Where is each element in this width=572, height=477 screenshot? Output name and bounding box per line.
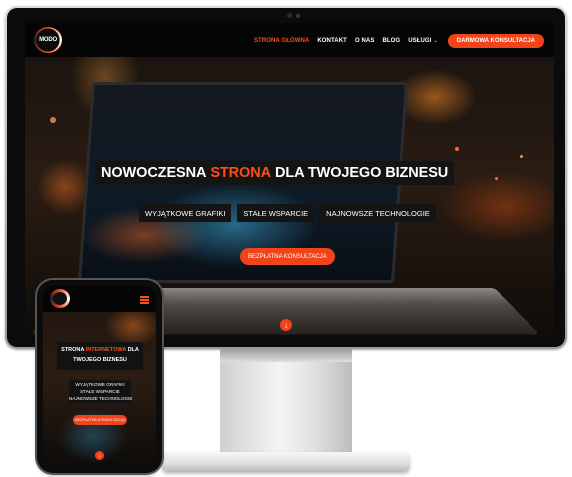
feature-support: STAŁE WSPARCIE: [237, 204, 315, 222]
free-consultation-button[interactable]: DARMOWA KONSULTACJA: [447, 34, 544, 48]
mobile-hero-title: STRONA INTERNETOWA DLA TWOJEGO BIZNESU: [57, 342, 143, 370]
nav-item-contact[interactable]: KONTAKT: [317, 38, 347, 44]
mobile-brand-logo[interactable]: [50, 289, 70, 308]
main-menu: STRONA GŁÓWNA KONTAKT O NAS BLOG USŁUGI ⌄…: [246, 34, 544, 48]
hero-title-start: NOWOCZESNA: [101, 165, 207, 181]
nav-item-home[interactable]: STRONA GŁÓWNA: [254, 38, 309, 44]
mobile-title-end: TWOJEGO BIZNESU: [73, 357, 127, 363]
mobile-features: WYJĄTKOWE GRAFIKI STAŁE WSPARCIE NAJNOWS…: [69, 380, 133, 403]
mobile-title-mid: DLA: [127, 347, 139, 353]
mobile-consultation-button[interactable]: BEZPŁATNA KONSULTACJA: [73, 415, 127, 425]
mobile-title-accent: INTERNETOWA: [85, 347, 127, 353]
monitor-stand: [220, 348, 352, 455]
camera-icon: [287, 13, 303, 19]
mobile-feature-support: STAŁE WSPARCIE: [80, 389, 120, 394]
arrow-down-icon[interactable]: ↓: [280, 319, 292, 331]
mobile-navigation: [43, 286, 156, 312]
nav-item-services-label: USŁUGI: [408, 38, 432, 44]
chevron-down-icon: ⌄: [433, 38, 438, 44]
monitor-base: [162, 452, 410, 472]
nav-item-blog[interactable]: BLOG: [382, 38, 400, 44]
nav-item-about[interactable]: O NAS: [355, 38, 375, 44]
feature-graphics: WYJĄTKOWE GRAFIKI: [139, 204, 232, 222]
top-navigation: MODO STRONA GŁÓWNA KONTAKT O NAS BLOG US…: [25, 23, 554, 57]
hero-title-accent: STRONA: [210, 165, 271, 181]
mobile-feature-graphics: WYJĄTKOWE GRAFIKI: [75, 382, 125, 387]
mobile-title-start: STRONA: [61, 347, 85, 353]
mobile-phone: STRONA INTERNETOWA DLA TWOJEGO BIZNESU W…: [37, 280, 162, 473]
hero-title-end: DLA TWOJEGO BIZNESU: [274, 165, 449, 181]
mobile-screen: STRONA INTERNETOWA DLA TWOJEGO BIZNESU W…: [43, 286, 156, 467]
hero-features: WYJĄTKOWE GRAFIKI STAŁE WSPARCIE NAJNOWS…: [139, 204, 442, 222]
mobile-feature-technology: NAJNOWSZE TECHNOLOGIE: [69, 396, 133, 401]
feature-technology: NAJNOWSZE TECHNOLOGIE: [320, 204, 436, 222]
brand-logo[interactable]: MODO: [34, 27, 62, 53]
hamburger-menu-icon[interactable]: [140, 296, 149, 305]
nav-item-services[interactable]: USŁUGI ⌄: [408, 38, 438, 44]
logo-text: MODO: [39, 37, 57, 43]
hero-title: NOWOCZESNA STRONA DLA TWOJEGO BIZNESU: [95, 161, 455, 185]
mobile-arrow-down-icon[interactable]: ↓: [95, 451, 104, 460]
hero-consultation-button[interactable]: BEZPŁATNA KONSULTACJA: [240, 248, 335, 265]
